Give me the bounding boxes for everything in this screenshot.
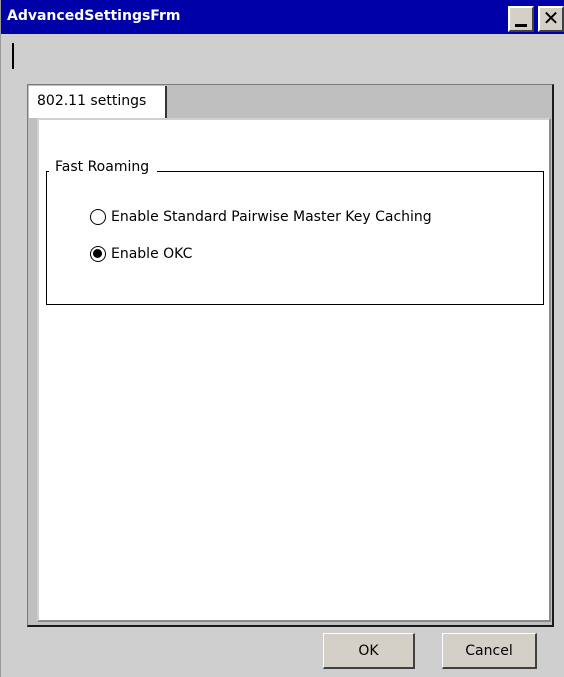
tab-control: 802.11 settings Fast Roaming Enable Stan… xyxy=(27,84,554,627)
text-caret xyxy=(12,43,14,69)
radio-button-checked-icon[interactable] xyxy=(90,246,106,262)
window: AdvancedSettingsFrm ✕ 802.11 settings Fa… xyxy=(0,0,564,677)
command-bar xyxy=(1,34,564,72)
minimize-icon xyxy=(515,24,527,27)
title-bar[interactable]: AdvancedSettingsFrm ✕ xyxy=(1,0,564,34)
fast-roaming-group-title: Fast Roaming xyxy=(49,159,158,175)
radio-label: Enable OKC xyxy=(111,246,193,262)
tab-label: 802.11 settings xyxy=(37,93,147,109)
radio-enable-pmk-caching[interactable]: Enable Standard Pairwise Master Key Cach… xyxy=(90,206,432,228)
radio-enable-okc[interactable]: Enable OKC xyxy=(90,243,192,265)
tab-802-11-settings[interactable]: 802.11 settings xyxy=(29,86,167,118)
fast-roaming-groupbox xyxy=(46,171,544,305)
radio-button-unchecked-icon[interactable] xyxy=(90,209,106,225)
window-title: AdvancedSettingsFrm xyxy=(7,8,181,24)
close-button[interactable]: ✕ xyxy=(538,6,564,32)
tab-page: Fast Roaming Enable Standard Pairwise Ma… xyxy=(37,118,551,622)
radio-label: Enable Standard Pairwise Master Key Cach… xyxy=(111,209,432,225)
close-icon: ✕ xyxy=(542,6,560,30)
ok-button[interactable]: OK xyxy=(323,633,415,669)
minimize-button[interactable] xyxy=(508,6,534,32)
cancel-button[interactable]: Cancel xyxy=(442,633,537,669)
